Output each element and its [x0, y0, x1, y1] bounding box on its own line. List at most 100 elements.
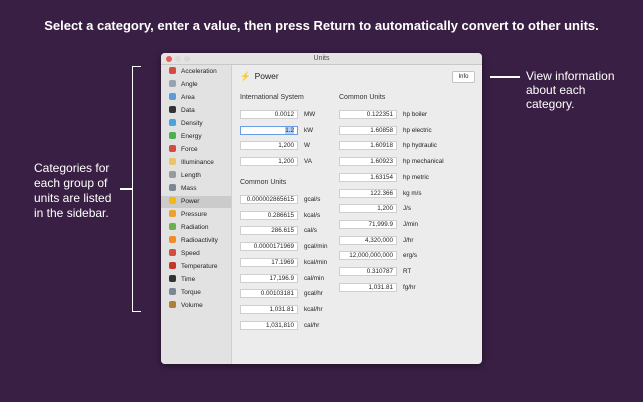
lightning-icon: ⚡: [240, 71, 251, 81]
sidebar-item-speed[interactable]: Speed: [161, 248, 231, 260]
protractor-icon: [169, 79, 176, 87]
sidebar-item-energy[interactable]: Energy: [161, 131, 231, 143]
value-input[interactable]: 1,031.81: [339, 282, 397, 292]
value-text: 286.615: [271, 227, 294, 235]
map-icon: [169, 92, 176, 100]
value-text: 1.60858: [370, 126, 393, 134]
value-input[interactable]: 0.0012: [240, 110, 298, 119]
international-system-heading: International System: [240, 94, 304, 101]
value-input[interactable]: 0.00103181: [240, 289, 298, 299]
unit-label: gcal/s: [304, 196, 321, 203]
value-input[interactable]: 0.0000171969: [240, 242, 298, 252]
sidebar-item-volume[interactable]: Volume: [161, 300, 231, 312]
sidebar-item-label: Area: [181, 94, 195, 101]
value-input[interactable]: 122.366: [339, 188, 397, 198]
sidebar-item-length[interactable]: Length: [161, 170, 231, 182]
value-input[interactable]: 1.63154: [339, 172, 397, 182]
unit-label: hp boiler: [403, 111, 428, 118]
value-text: 1,200: [278, 142, 294, 150]
unit-label: hp metric: [403, 173, 429, 181]
value-input[interactable]: 1.60858: [339, 125, 397, 135]
value-input[interactable]: 1,031,810: [240, 320, 298, 330]
value-text: 71,999.9: [368, 220, 393, 228]
unit-label: kg m/s: [403, 189, 422, 197]
value-input[interactable]: 1,200: [240, 141, 298, 151]
sidebar-item-radioactivity[interactable]: Radioactivity: [161, 235, 231, 247]
sidebar-item-power[interactable]: Power: [161, 196, 231, 208]
info-button[interactable]: Info: [452, 71, 475, 83]
sidebar-item-data[interactable]: Data: [161, 105, 231, 117]
value-text: 1.60923: [370, 158, 393, 166]
anchor-icon: [169, 183, 176, 191]
sidebar-item-force[interactable]: Force: [161, 144, 231, 156]
value-input[interactable]: 1.60918: [339, 141, 397, 151]
value-text: 1.63154: [370, 173, 393, 181]
thermometer-icon: [169, 261, 176, 269]
sidebar-item-time[interactable]: Time: [161, 274, 231, 286]
unit-label: hp mechanical: [403, 158, 444, 166]
sidebar-item-label: Speed: [181, 250, 200, 257]
common-units-right-heading: Common Units: [339, 94, 386, 101]
value-input[interactable]: 0.122351: [339, 110, 397, 119]
title-bar: Units: [161, 53, 482, 65]
unit-label: gcal/hr: [304, 290, 323, 298]
sidebar-item-angle[interactable]: Angle: [161, 79, 231, 91]
value-text: 0.122351: [366, 111, 393, 118]
sidebar-item-temperature[interactable]: Temperature: [161, 261, 231, 273]
value-input[interactable]: 0.310787: [339, 267, 397, 276]
sidebar-item-radiation[interactable]: Radiation: [161, 222, 231, 234]
unit-label: cal/hr: [304, 321, 320, 329]
value-text: 1,031,810: [265, 321, 294, 329]
sidebar-item-illuminance[interactable]: Illuminance: [161, 157, 231, 169]
value-input[interactable]: 1,031.81: [240, 304, 298, 314]
units-window: Units Acceleration Angle Area Data Density En…: [161, 53, 482, 364]
value-input[interactable]: 17.1969: [240, 257, 298, 267]
molecule-icon: [169, 118, 176, 126]
value-input[interactable]: 286.615: [240, 226, 298, 236]
value-input[interactable]: 0.286615: [240, 210, 298, 220]
sidebar-item-torque[interactable]: Torque: [161, 287, 231, 299]
value-input[interactable]: 1,200: [339, 204, 397, 214]
sidebar-item-acceleration[interactable]: Acceleration: [161, 66, 231, 78]
sidebar-item-label: Torque: [181, 289, 201, 296]
value-input[interactable]: 1,200: [240, 157, 298, 167]
sidebar-item-density[interactable]: Density: [161, 118, 231, 130]
value-input[interactable]: 0.000002865615: [240, 195, 298, 204]
value-text: 1.60918: [370, 142, 393, 150]
value-text: 0.0012: [274, 111, 294, 118]
value-input[interactable]: 1.2: [240, 125, 298, 135]
sidebar-item-label: Energy: [181, 133, 202, 140]
sidebar-item-label: Radioactivity: [181, 237, 218, 244]
value-input[interactable]: 4,320,000: [339, 235, 397, 245]
unit-label: MW: [304, 111, 316, 118]
sidebar-item-label: Density: [181, 120, 203, 127]
sidebar-item-mass[interactable]: Mass: [161, 183, 231, 195]
wrench-icon: [169, 287, 176, 295]
category-title: ⚡ Power: [240, 71, 279, 82]
category-sidebar: Acceleration Angle Area Data Density Energy Fo…: [161, 65, 232, 364]
value-input[interactable]: 12,000,000,000: [339, 251, 397, 261]
unit-label: cal/s: [304, 227, 317, 235]
sidebar-item-label: Length: [181, 172, 201, 179]
sidebar-item-area[interactable]: Area: [161, 92, 231, 104]
magnet-icon: [169, 144, 176, 152]
value-input[interactable]: 17,196.9: [240, 273, 298, 283]
sidebar-item-label: Temperature: [181, 263, 218, 270]
value-text: 17.1969: [271, 258, 294, 266]
value-text: 0.310787: [366, 268, 393, 275]
sidebar-annotation: Categories for each group of units are l…: [34, 161, 112, 220]
sidebar-item-pressure[interactable]: Pressure: [161, 209, 231, 221]
ruler-icon: [169, 170, 176, 178]
unit-label: kcal/min: [304, 258, 328, 266]
value-input[interactable]: 71,999.9: [339, 219, 397, 229]
info-pointer-line: [490, 76, 520, 78]
unit-label: fg/hr: [403, 283, 416, 291]
sidebar-item-label: Data: [181, 107, 195, 114]
rocket-icon: [169, 66, 176, 74]
sidebar-item-label: Time: [181, 276, 196, 283]
sidebar-item-label: Volume: [181, 302, 203, 309]
unit-label: RT: [403, 268, 412, 275]
unit-label: erg/s: [403, 252, 417, 260]
value-input[interactable]: 1.60923: [339, 157, 397, 167]
value-text: 0.00103181: [260, 290, 294, 298]
